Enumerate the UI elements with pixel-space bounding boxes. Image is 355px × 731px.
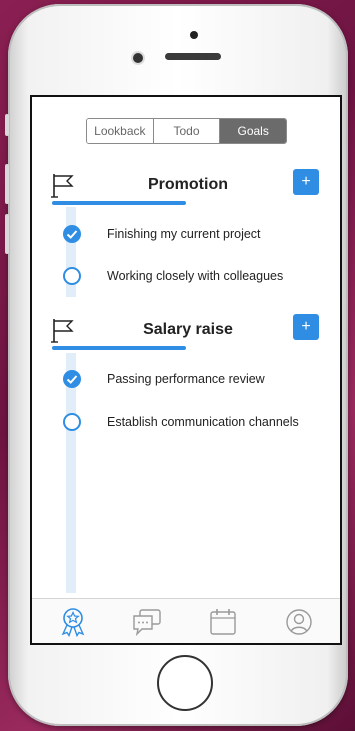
profile-icon[interactable]	[284, 607, 314, 637]
goal-progress-bar	[52, 201, 186, 205]
goal-header-salary-raise: Salary raise +	[32, 314, 340, 348]
task-item[interactable]: Finishing my current project	[32, 225, 340, 247]
segment-lookback[interactable]: Lookback	[87, 119, 154, 143]
goal-header-promotion: Promotion +	[32, 169, 340, 203]
home-button[interactable]	[157, 655, 213, 711]
unchecked-circle-icon[interactable]	[63, 267, 81, 285]
goal-progress-bar	[52, 346, 186, 350]
task-label: Finishing my current project	[107, 227, 261, 241]
front-camera	[190, 31, 198, 39]
checked-circle-icon[interactable]	[63, 370, 81, 388]
calendar-icon[interactable]	[208, 607, 238, 637]
volume-up-button	[5, 164, 9, 204]
add-task-button[interactable]: +	[293, 169, 319, 195]
chat-icon[interactable]	[132, 607, 162, 637]
add-task-button[interactable]: +	[293, 314, 319, 340]
segment-goals[interactable]: Goals	[220, 119, 286, 143]
unchecked-circle-icon[interactable]	[63, 413, 81, 431]
earpiece-speaker	[165, 53, 221, 60]
task-label: Establish communication channels	[107, 415, 299, 429]
award-icon[interactable]	[58, 607, 88, 637]
segment-todo[interactable]: Todo	[153, 119, 221, 143]
mute-switch	[5, 114, 9, 136]
task-item[interactable]: Working closely with colleagues	[32, 267, 340, 289]
tab-bar	[32, 598, 340, 643]
sensor	[133, 53, 143, 63]
task-label: Working closely with colleagues	[107, 269, 284, 283]
task-item[interactable]: Passing performance review	[32, 370, 340, 392]
checked-circle-icon[interactable]	[63, 225, 81, 243]
segmented-control: Lookback Todo Goals	[86, 118, 287, 144]
volume-down-button	[5, 214, 9, 254]
app-screen: Lookback Todo Goals Promotion + Finishin…	[30, 95, 342, 645]
task-label: Passing performance review	[107, 372, 265, 386]
task-item[interactable]: Establish communication channels	[32, 413, 340, 435]
